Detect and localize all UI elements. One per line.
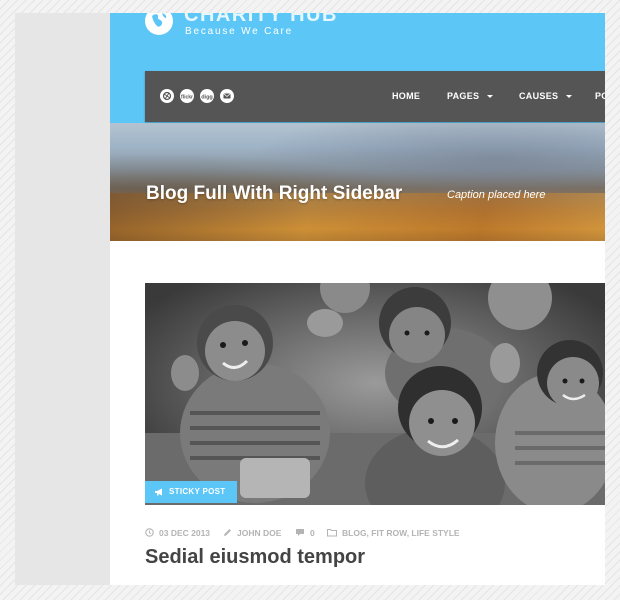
flickr-icon[interactable]: flickr	[180, 89, 194, 103]
site-tagline: Because We Care	[185, 26, 293, 37]
post-categories[interactable]: BLOG, FIT ROW, LIFE STYLE	[327, 526, 460, 540]
nav-item-posts[interactable]: PO	[595, 71, 605, 122]
browser-viewport: CHARITY HUB Because We Care flickr digg …	[15, 13, 605, 585]
page-title: Blog Full With Right Sidebar	[146, 183, 403, 204]
site-header: CHARITY HUB Because We Care flickr digg …	[110, 13, 605, 123]
chevron-down-icon	[566, 94, 573, 98]
nav-item-label: PAGES	[447, 91, 480, 101]
page-caption: Caption placed here	[447, 189, 546, 201]
post-author[interactable]: JOHN DOE	[223, 526, 281, 540]
post-comments[interactable]: 0	[295, 526, 315, 540]
megaphone-icon	[155, 488, 162, 496]
website: CHARITY HUB Because We Care flickr digg …	[110, 13, 605, 585]
email-icon[interactable]	[220, 89, 234, 103]
sticky-post-badge: STICKY POST	[145, 481, 237, 503]
svg-text:digg: digg	[201, 95, 213, 101]
post-comments-count: 0	[310, 528, 315, 538]
dribbble-icon[interactable]	[160, 89, 174, 103]
post-title[interactable]: Sedial eiusmod tempor	[145, 546, 365, 569]
folder-icon	[327, 529, 337, 537]
globe-logo-icon[interactable]	[145, 13, 173, 35]
left-margin-area	[15, 13, 110, 585]
post-date: 03 DEC 2013	[145, 526, 210, 540]
digg-icon[interactable]: digg	[200, 89, 214, 103]
nav-item-home[interactable]: HOME	[392, 71, 420, 122]
post-date-text: 03 DEC 2013	[159, 528, 211, 538]
main-navigation: flickr digg HOME PAGES CAUSES PO	[145, 71, 605, 122]
nav-item-label: HOME	[392, 91, 421, 101]
clock-icon	[145, 528, 154, 538]
post-categories-text: BLOG, FIT ROW, LIFE STYLE	[342, 528, 460, 538]
post-author-text: JOHN DOE	[237, 528, 282, 538]
sticky-post-label: STICKY POST	[169, 487, 226, 496]
nav-item-pages[interactable]: PAGES	[447, 71, 494, 122]
chevron-down-icon	[487, 94, 494, 98]
nav-item-label: CAUSES	[519, 91, 559, 101]
page-title-banner: Blog Full With Right Sidebar Caption pla…	[110, 123, 605, 241]
post-featured-image[interactable]	[145, 283, 605, 505]
pencil-icon	[224, 529, 231, 537]
nav-item-causes[interactable]: CAUSES	[519, 71, 573, 122]
comment-icon	[296, 529, 304, 537]
svg-text:flickr: flickr	[181, 95, 193, 101]
nav-item-label: PO	[595, 91, 605, 101]
site-title[interactable]: CHARITY HUB	[184, 13, 338, 27]
